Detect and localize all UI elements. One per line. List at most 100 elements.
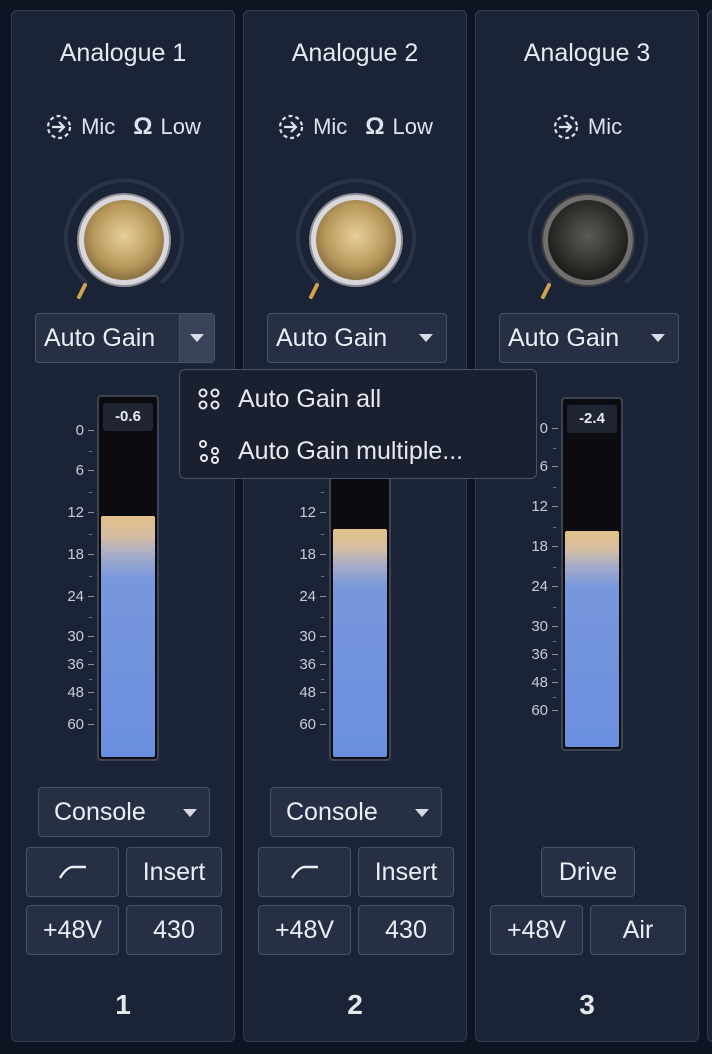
preset-label: 430 (385, 915, 427, 944)
meter-tick-label: 12 (67, 504, 94, 521)
phantom-label: +48V (42, 915, 103, 944)
auto-gain-all-item[interactable]: Auto Gain all (180, 376, 536, 422)
meter-tick-label: 12 (299, 504, 326, 521)
channel-strip-2: Analogue 2 Mic Ω Low Auto Gain 061218243… (243, 10, 467, 1042)
channel-number: 3 (579, 989, 595, 1020)
meter-minor-tick (553, 567, 556, 568)
meter-tick-label: 48 (299, 684, 326, 701)
insert-button[interactable]: Insert (358, 847, 454, 897)
gain-knob[interactable] (289, 173, 423, 307)
auto-gain-multiple-item[interactable]: Auto Gain multiple... (180, 428, 536, 474)
input-arrow-icon (46, 114, 72, 140)
insert-label: Insert (374, 857, 438, 886)
mode-label: Console (286, 797, 378, 826)
meter-tick-label: 24 (67, 588, 94, 605)
meter-tick-label: 0 (540, 420, 558, 437)
ohm-icon: Ω (133, 113, 153, 140)
preset-430-button[interactable]: 430 (126, 905, 222, 955)
meter-scale: 0612182430364860 (32, 422, 94, 761)
grid-dots-icon (180, 386, 238, 412)
meter-tick-label: 18 (531, 538, 558, 555)
input-arrow-icon (553, 114, 578, 140)
auto-gain-dropdown[interactable]: Auto Gain (499, 313, 679, 363)
drive-label: Drive (558, 857, 618, 886)
ohm-icon: Ω (365, 113, 385, 140)
chevron-down-icon (415, 809, 429, 817)
meter-tick-label: 6 (540, 458, 558, 475)
meter-minor-tick (321, 534, 324, 535)
mode-dropdown[interactable]: Console (38, 787, 210, 837)
air-button[interactable]: Air (590, 905, 686, 955)
meter-minor-tick (553, 527, 556, 528)
input-options: Mic Ω Low (244, 113, 466, 141)
auto-gain-menu: Auto Gain all Auto Gain multiple... (179, 369, 537, 479)
meter-minor-tick (321, 679, 324, 680)
mic-input-option[interactable]: Mic (552, 113, 622, 141)
chevron-down-icon (651, 334, 665, 342)
meter-minor-tick (553, 487, 556, 488)
meter-tick-label: 60 (67, 716, 94, 733)
phantom-power-button[interactable]: +48V (26, 905, 119, 955)
meter-minor-tick (553, 448, 556, 449)
auto-gain-menu-button[interactable] (179, 314, 214, 362)
meter-minor-tick (553, 607, 556, 608)
channel-name: Analogue 1 (59, 39, 187, 67)
gain-knob[interactable] (57, 173, 191, 307)
meter-scale: 0612182430364860 (264, 422, 326, 761)
menu-item-label: Auto Gain all (238, 384, 382, 413)
meter-minor-tick (553, 641, 556, 642)
gain-knob[interactable] (521, 173, 655, 307)
peak-readout: -0.6 (103, 403, 153, 431)
mic-input-option[interactable]: Mic (277, 113, 347, 141)
input-options: Mic (476, 113, 698, 141)
phantom-label: +48V (506, 915, 567, 944)
preset-430-button[interactable]: 430 (358, 905, 454, 955)
level-meter: -0.6 (97, 395, 159, 761)
input-options: Mic Ω Low (12, 113, 234, 141)
mic-input-option[interactable]: Mic (45, 113, 115, 141)
meter-tick-label: 18 (299, 546, 326, 563)
meter-minor-tick (553, 669, 556, 670)
chevron-down-icon (419, 334, 433, 342)
auto-gain-dropdown[interactable]: Auto Gain (267, 313, 447, 363)
meter-minor-tick (321, 709, 324, 710)
mode-dropdown[interactable]: Console (270, 787, 442, 837)
air-label: Air (622, 915, 654, 944)
low-impedance-option[interactable]: Ω Low (133, 113, 201, 141)
channel-number: 1 (115, 989, 131, 1020)
drive-button[interactable]: Drive (541, 847, 635, 897)
menu-item-label: Auto Gain multiple... (238, 436, 464, 465)
low-label: Low (392, 114, 433, 139)
low-impedance-option[interactable]: Ω Low (365, 113, 433, 141)
meter-tick-label: 36 (299, 656, 326, 673)
meter-tick-label: 24 (531, 578, 558, 595)
meter-tick-label: 30 (531, 618, 558, 635)
channel-number: 2 (347, 989, 363, 1020)
mic-label: Mic (313, 114, 348, 139)
meter-minor-tick (89, 679, 92, 680)
level-meter: -2.4 (561, 397, 623, 751)
input-arrow-icon (278, 114, 304, 140)
high-pass-filter-button[interactable] (258, 847, 351, 897)
scattered-dots-icon (180, 438, 238, 464)
insert-button[interactable]: Insert (126, 847, 222, 897)
channel-strip-4-partial (707, 10, 712, 1042)
meter-tick-label: 0 (76, 422, 94, 439)
mic-label: Mic (81, 114, 116, 139)
auto-gain-label: Auto Gain (44, 323, 156, 352)
chevron-down-icon (190, 334, 204, 342)
high-pass-filter-icon (58, 865, 86, 879)
auto-gain-label: Auto Gain (508, 323, 620, 352)
meter-tick-label: 36 (531, 646, 558, 663)
insert-label: Insert (142, 857, 206, 886)
phantom-power-button[interactable]: +48V (490, 905, 583, 955)
auto-gain-dropdown[interactable]: Auto Gain (35, 313, 215, 363)
high-pass-filter-button[interactable] (26, 847, 119, 897)
meter-minor-tick (321, 651, 324, 652)
meter-minor-tick (321, 576, 324, 577)
phantom-power-button[interactable]: +48V (258, 905, 351, 955)
chevron-down-icon (183, 809, 197, 817)
meter-tick-label: 60 (531, 702, 558, 719)
meter-tick-label: 30 (299, 628, 326, 645)
meter-tick-label: 12 (531, 498, 558, 515)
